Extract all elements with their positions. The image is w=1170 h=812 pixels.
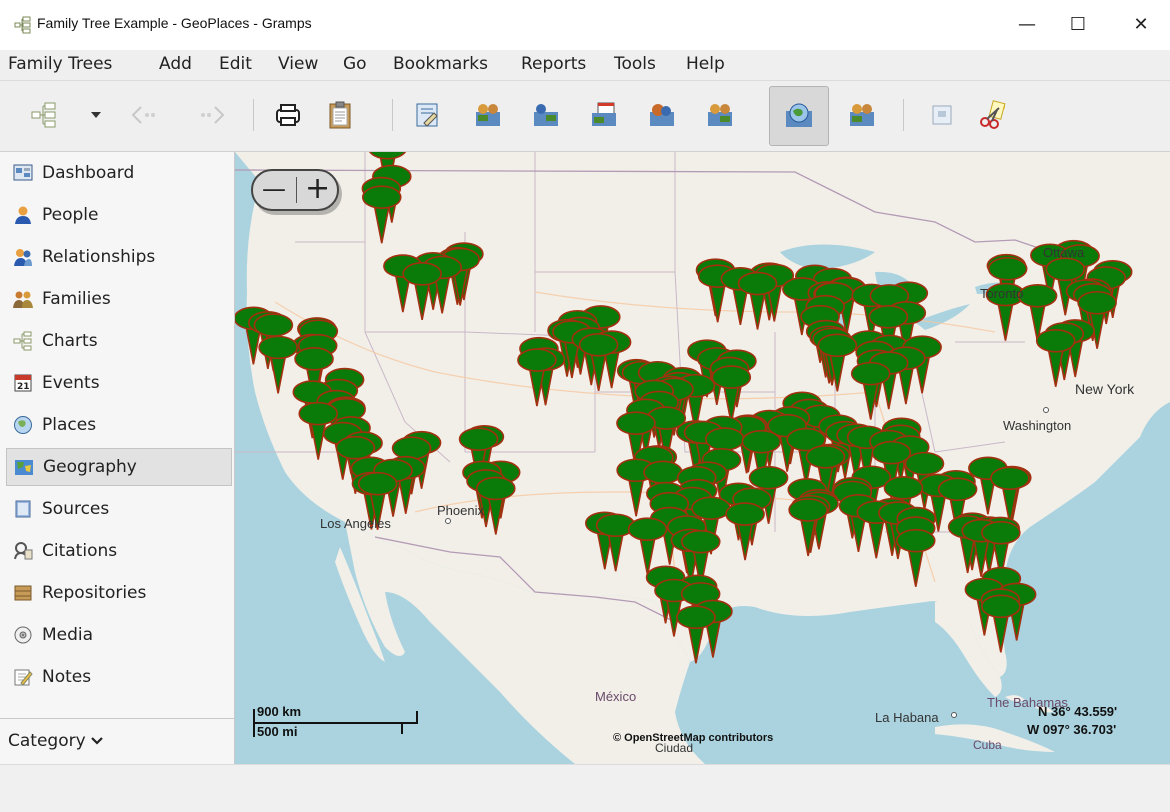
sidebar-item-places[interactable]: Places — [6, 406, 232, 444]
all-known-places-icon[interactable] — [466, 93, 510, 137]
menu-reports[interactable]: Reports — [521, 54, 586, 74]
map-attribution: © OpenStreetMap contributors — [613, 732, 774, 744]
notes-icon — [12, 666, 34, 688]
back-icon[interactable] — [122, 93, 166, 137]
menu-edit[interactable]: Edit — [219, 54, 252, 74]
families-icon — [12, 288, 34, 310]
menu-help[interactable]: Help — [686, 54, 725, 74]
window-title: Family Tree Example - GeoPlaces - Gramps — [37, 15, 312, 31]
map-label-mexico: México — [595, 689, 637, 704]
sidebar-item-media[interactable]: Media — [6, 616, 232, 654]
sidebar-item-charts[interactable]: Charts — [6, 322, 232, 360]
minimize-button[interactable]: — — [1004, 8, 1050, 40]
sidebar-item-label: Repositories — [42, 583, 147, 603]
map-label-los-angeles: Los Angeles — [320, 516, 391, 531]
events-icon: 21 — [12, 372, 34, 394]
charts-icon — [12, 330, 34, 352]
sidebar-item-label: Charts — [42, 331, 98, 351]
sidebar-item-repositories[interactable]: Repositories — [6, 574, 232, 612]
family-trees-icon[interactable] — [22, 93, 66, 137]
map-label-ottawa: Ottawa — [1043, 245, 1085, 260]
sidebar-item-sources[interactable]: Sources — [6, 490, 232, 528]
repositories-icon — [12, 582, 34, 604]
sidebar-item-label: Relationships — [42, 247, 156, 267]
menu-view[interactable]: View — [278, 54, 318, 74]
category-dropdown[interactable]: Category — [0, 718, 234, 763]
close-button[interactable]: ✕ — [1118, 8, 1164, 40]
map-view[interactable]: — + Ottawa Toronto New York Washington L… — [235, 152, 1170, 764]
svg-text:21: 21 — [17, 382, 30, 392]
print-icon[interactable] — [266, 93, 310, 137]
map-label-toronto: Toronto — [980, 286, 1024, 301]
sidebar-item-citations[interactable]: Citations — [6, 532, 232, 570]
chevron-down-icon — [90, 737, 103, 745]
sidebar-item-events[interactable]: 21 Events — [6, 364, 232, 402]
citations-icon — [12, 540, 34, 562]
sidebar-item-label: Families — [42, 289, 111, 309]
sidebar-item-label: Events — [42, 373, 100, 393]
geography-icon — [13, 456, 35, 478]
menu-bookmarks[interactable]: Bookmarks — [393, 54, 488, 74]
sidebar-item-label: Dashboard — [42, 163, 135, 183]
filter-editor-icon[interactable] — [406, 93, 450, 137]
remove-icon[interactable] — [970, 93, 1014, 137]
sidebar-item-label: Media — [42, 625, 94, 645]
navigator-sidebar: Dashboard People Relationships Families … — [0, 152, 235, 764]
sidebar-item-dashboard[interactable]: Dashboard — [6, 154, 232, 192]
map-label-phoenix: Phoenix — [437, 503, 484, 518]
map-label-la-habana: La Habana — [875, 710, 939, 725]
menu-go[interactable]: Go — [343, 54, 367, 74]
scale-km-label: 900 km — [257, 704, 302, 719]
dropdown-arrow-icon[interactable] — [76, 93, 116, 137]
sidebar-item-label: People — [42, 205, 99, 225]
status-bar — [0, 764, 1170, 812]
places-view-icon[interactable] — [769, 86, 829, 146]
sidebar-item-notes[interactable]: Notes — [6, 658, 232, 696]
menu-add[interactable]: Add — [159, 54, 192, 74]
sidebar-item-geography[interactable]: Geography — [6, 448, 232, 486]
zoom-in-button[interactable]: + — [305, 171, 330, 206]
sidebar-item-relationships[interactable]: Relationships — [6, 238, 232, 276]
maximize-button[interactable]: ☐ — [1055, 8, 1101, 40]
scale-bar: 900 km 500 mi — [253, 704, 423, 740]
all-events-icon[interactable] — [640, 93, 684, 137]
scale-mi-label: 500 mi — [257, 724, 298, 739]
menu-tools[interactable]: Tools — [614, 54, 656, 74]
closest-places-icon[interactable] — [840, 93, 884, 137]
category-label: Category — [8, 731, 86, 751]
title-bar: Family Tree Example - GeoPlaces - Gramps… — [0, 0, 1170, 50]
globe-icon — [12, 414, 34, 436]
coordinate-longitude: W 097° 36.703' — [1027, 722, 1117, 737]
media-icon — [12, 624, 34, 646]
sources-icon — [12, 498, 34, 520]
sidebar-item-label: Sources — [42, 499, 110, 519]
family-events-icon[interactable] — [582, 93, 626, 137]
map-label-new-york: New York — [1075, 381, 1135, 397]
person-places-icon[interactable] — [698, 93, 742, 137]
menu-family-trees[interactable]: Family Trees — [8, 54, 112, 74]
toolbar — [0, 81, 1170, 152]
zoom-out-button[interactable]: — — [262, 175, 286, 203]
person-icon — [12, 204, 34, 226]
menu-bar: Family Trees Add Edit View Go Bookmarks … — [0, 50, 1170, 81]
sidebar-item-label: Citations — [42, 541, 118, 561]
map-label-cuba: Cuba — [973, 738, 1002, 752]
forward-icon[interactable] — [190, 93, 234, 137]
coordinate-latitude: N 36° 43.559' — [1038, 704, 1118, 719]
sidebar-item-families[interactable]: Families — [6, 280, 232, 318]
one-person-icon[interactable] — [524, 93, 568, 137]
clipboard-icon[interactable] — [318, 93, 362, 137]
sidebar-item-label: Notes — [42, 667, 92, 687]
dashboard-icon — [12, 162, 34, 184]
map-canvas[interactable] — [235, 152, 1170, 764]
map-label-washington: Washington — [1003, 418, 1072, 433]
sidebar-item-people[interactable]: People — [6, 196, 232, 234]
preview-icon[interactable] — [920, 93, 964, 137]
relationships-icon — [12, 246, 34, 268]
zoom-control[interactable]: — + — [251, 169, 339, 211]
gramps-app-icon — [14, 16, 31, 34]
sidebar-item-label: Places — [42, 415, 97, 435]
sidebar-item-label: Geography — [43, 457, 137, 477]
